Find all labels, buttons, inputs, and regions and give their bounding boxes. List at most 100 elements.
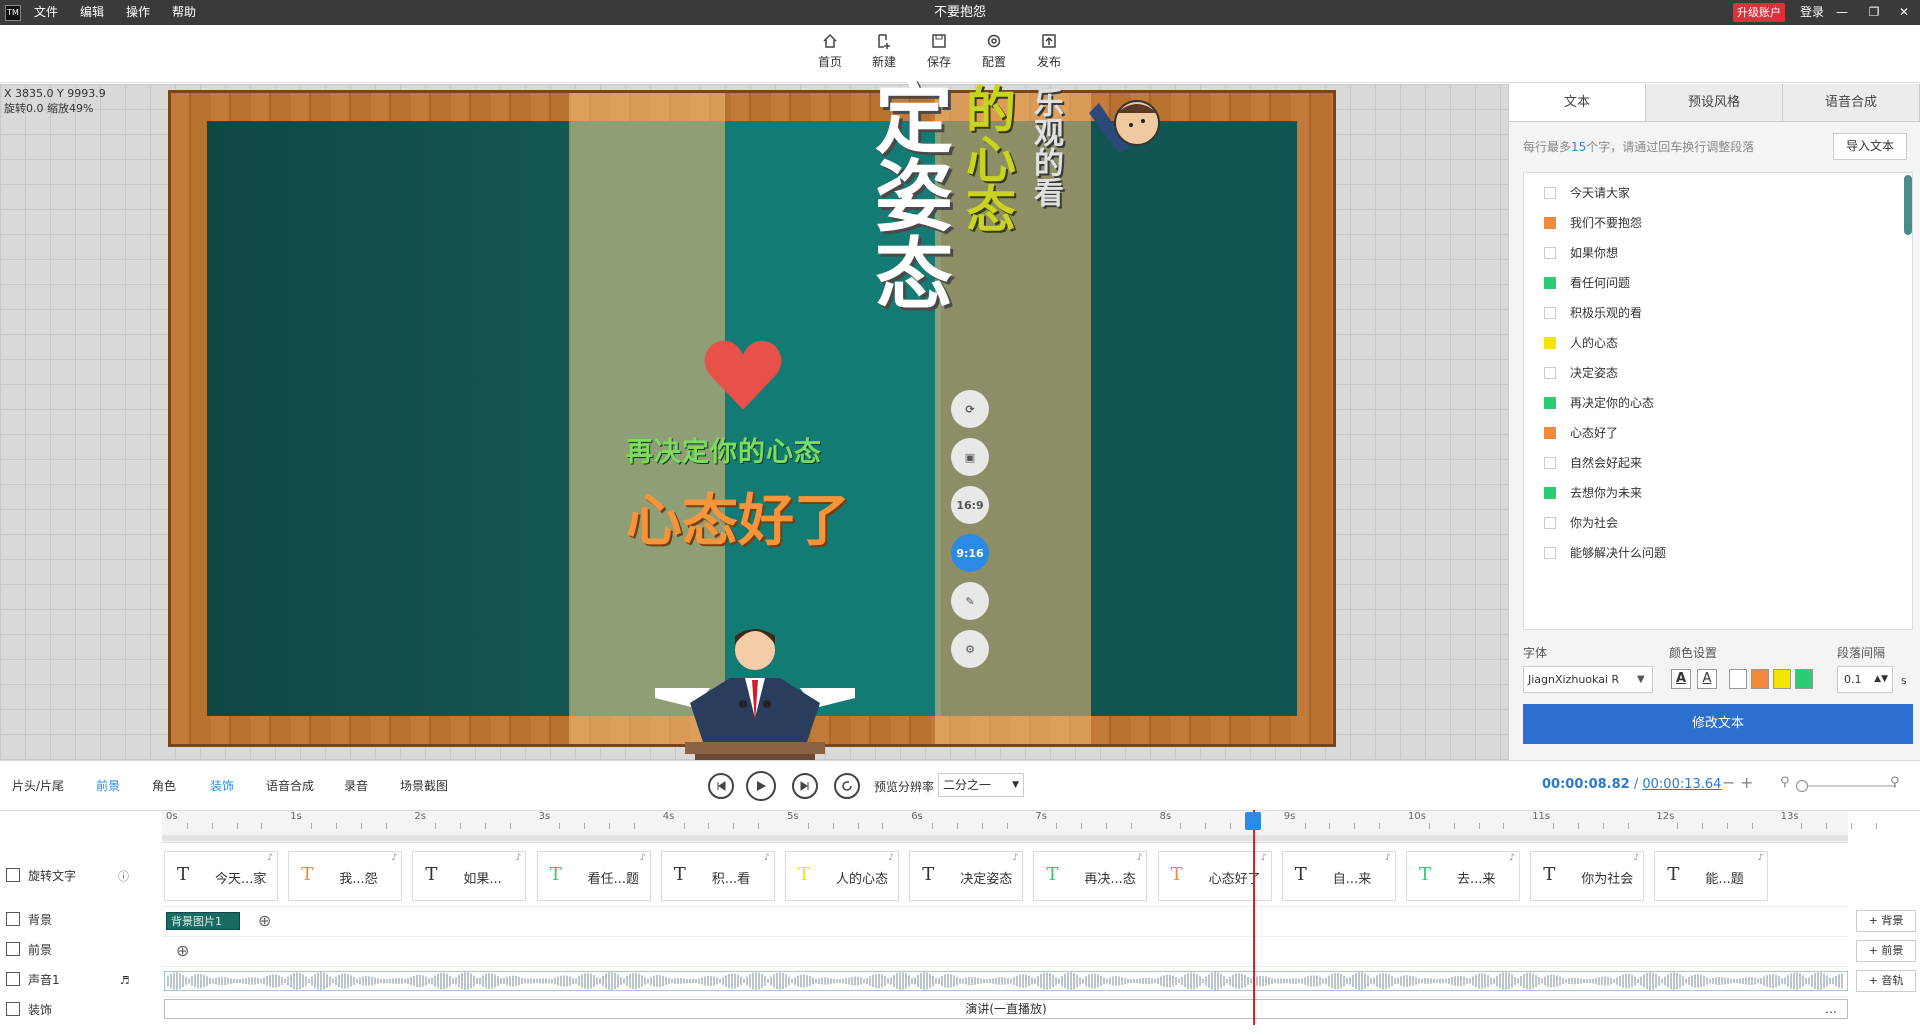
close-icon[interactable]: ✕ [1894,0,1914,25]
text-line-item[interactable]: 再决定你的心态 [1544,393,1654,413]
audio-indicator-icon[interactable]: ♪ [1137,853,1143,863]
color-tag-icon[interactable] [1544,337,1556,349]
color-tag-icon[interactable] [1544,187,1556,199]
time-ruler[interactable]: 0s 1s 2s 3s 4s 5s 6s 7s 8s 9s 10s 11s 12s 13s [162,811,1877,843]
add-audio-track-button[interactable]: + 音轨 [1856,970,1916,992]
chevron-down-icon[interactable]: ▼ [1637,674,1645,685]
text-clip[interactable]: T 今天...家 ♪ [164,851,278,901]
font-select[interactable]: JiagnXizhuokai R [1523,666,1653,693]
color-tag-icon[interactable] [1544,457,1556,469]
play-icon[interactable] [746,771,776,801]
color-tag-icon[interactable] [1544,307,1556,319]
color-tag-icon[interactable] [1544,487,1556,499]
zoom-slider[interactable] [1796,780,1896,792]
color-swatch[interactable] [1795,669,1813,689]
settings-icon[interactable]: ⚙ [951,630,989,668]
audio-waveform[interactable] [164,971,1848,991]
background-clip[interactable]: 背景图片1 [166,912,240,930]
text-clip[interactable]: T 看任...题 ♪ [536,851,651,901]
add-icon[interactable]: ⊕ [176,941,189,960]
zoom-out-icon[interactable]: ⚲ [1780,775,1790,790]
resolution-select[interactable]: 二分之一 ▼ [938,773,1024,797]
color-tag-icon[interactable] [1544,247,1556,259]
text-line-item[interactable]: 能够解决什么问题 [1544,543,1666,563]
minimize-icon[interactable]: — [1832,0,1852,25]
audio-indicator-icon[interactable]: ♪ [1261,853,1267,863]
text-clip[interactable]: T 去...来 ♪ [1406,851,1520,901]
text-clip[interactable]: T 我...怨 ♪ [288,851,403,901]
text-line-item[interactable]: 去想你为未来 [1544,483,1642,503]
tab-foreground[interactable]: 前景 [96,777,120,794]
text-line-item[interactable]: 你为社会 [1544,513,1618,533]
audio-indicator-icon[interactable]: ♪ [1012,853,1018,863]
text-line-item[interactable]: 决定姿态 [1544,363,1618,383]
tab-screenshot[interactable]: 场景截图 [400,777,448,794]
color-tag-icon[interactable] [1544,397,1556,409]
lock-icon[interactable]: ▣ [951,438,989,476]
heart-decoration[interactable] [700,334,786,420]
text-line-item[interactable]: 心态好了 [1544,423,1618,443]
replay-icon[interactable] [834,773,860,799]
speaker-icon[interactable]: ♬ [120,974,130,987]
tab-speech-synthesis[interactable]: 语音合成 [1783,84,1920,121]
tab-intro-outro[interactable]: 片头/片尾 [12,777,64,794]
menu-help[interactable]: 帮助 [172,0,196,25]
slogan-line-1[interactable]: 再决定你的心态 [626,430,822,469]
help-icon[interactable]: ⓘ [118,870,129,883]
config-button[interactable]: 配置 [974,33,1014,70]
text-line-item[interactable]: 看任何问题 [1544,273,1630,293]
audio-indicator-icon[interactable]: ♪ [1633,853,1639,863]
playhead-handle[interactable] [1245,812,1261,830]
edit-icon[interactable]: ✎ [951,582,989,620]
playhead[interactable] [1253,810,1255,1025]
scrollbar[interactable] [1904,175,1912,235]
plus-icon[interactable]: + [1740,773,1753,792]
zoom-in-icon[interactable]: ⚲ [1890,775,1900,790]
vertical-text-mid[interactable]: 的心态 [951,83,1023,233]
tab-character[interactable]: 角色 [152,777,176,794]
audio-indicator-icon[interactable]: ♪ [391,853,397,863]
color-tag-icon[interactable] [1544,427,1556,439]
minus-icon[interactable]: − [1722,773,1735,792]
audio-indicator-icon[interactable]: ♪ [1758,853,1764,863]
ratio-9-16-button[interactable]: 9:16 [951,534,989,572]
tab-text[interactable]: 文本 [1509,84,1646,121]
text-line-item[interactable]: 积极乐观的看 [1544,303,1642,323]
spacing-input[interactable]: 0.1 ▲▼ [1837,666,1893,693]
restore-icon[interactable]: ❐ [1864,0,1884,25]
editor-canvas[interactable]: X 3835.0 Y 9993.9 旋转0.0 缩放49% 定姿态 的心态 乐观… [0,77,1508,844]
text-line-item[interactable]: 人的心态 [1544,333,1618,353]
next-icon[interactable] [792,773,818,799]
ratio-16-9-button[interactable]: 16:9 [951,486,989,524]
audio-indicator-icon[interactable]: ♪ [764,853,770,863]
color-tag-icon[interactable] [1544,547,1556,559]
menu-edit[interactable]: 编辑 [80,0,104,25]
decoration-clip[interactable]: 演讲(一直播放)… [164,999,1848,1019]
tab-decoration[interactable]: 装饰 [210,777,234,794]
prev-icon[interactable] [708,773,734,799]
color-tag-icon[interactable] [1544,277,1556,289]
rotate-icon[interactable]: ⟳ [951,390,989,428]
vertical-text-left[interactable]: 定姿态 [851,77,963,311]
add-foreground-button[interactable]: + 前景 [1856,940,1916,962]
vertical-text-right[interactable]: 乐观的看 [1023,87,1067,207]
menu-operate[interactable]: 操作 [126,0,150,25]
color-tag-icon[interactable] [1544,517,1556,529]
menu-file[interactable]: 文件 [34,0,58,25]
text-clip[interactable]: T 决定姿态 ♪ [909,851,1024,901]
audio-indicator-icon[interactable]: ♪ [640,853,646,863]
text-line-item[interactable]: 自然会好起来 [1544,453,1642,473]
text-clip[interactable]: T 积...看 ♪ [660,851,775,901]
save-button[interactable]: 保存 [919,33,959,70]
text-lines-list[interactable]: 今天请大家 我们不要抱怨 如果你想 看任何问题 积极乐观的看 人的心态 决定姿态 再决定你的心… [1523,172,1913,630]
outline-color-icon[interactable]: A [1697,669,1717,689]
color-swatch[interactable] [1751,669,1769,689]
audio-indicator-icon[interactable]: ♪ [888,853,894,863]
text-color-icon[interactable]: A [1671,669,1691,689]
publish-button[interactable]: 发布 [1029,33,1069,70]
color-swatch[interactable] [1729,669,1747,689]
upgrade-button[interactable]: 升级账户 [1733,3,1785,22]
text-line-item[interactable]: 如果你想 [1544,243,1618,263]
text-clip[interactable]: T 人的心态 ♪ [785,851,899,901]
home-button[interactable]: 首页 [810,33,850,70]
